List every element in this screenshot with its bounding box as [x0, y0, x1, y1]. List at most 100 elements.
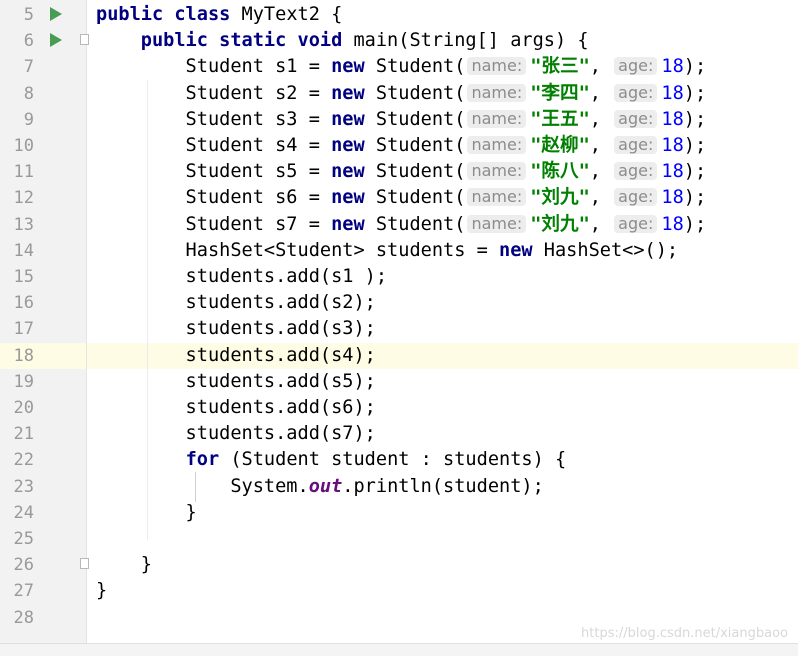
watermark: https://blog.csdn.net/xiangbaoo [581, 626, 788, 641]
code-token: students.add(s6); [96, 397, 376, 418]
code-token: , [589, 187, 613, 209]
keyword: new [331, 213, 365, 235]
code-token: } [96, 554, 152, 576]
code-line[interactable]: 25 [0, 526, 798, 552]
code-line[interactable]: 18 students.add(s4); [0, 342, 798, 369]
fold-icon[interactable] [80, 34, 89, 46]
string-literal: "张三" [530, 56, 590, 78]
code-text: students.add(s5); [96, 371, 376, 393]
code-line[interactable]: 21 students.add(s7); [0, 421, 798, 447]
run-icon[interactable] [50, 7, 62, 21]
line-number: 27 [13, 581, 34, 602]
parameter-hint: name: [467, 136, 527, 154]
parameter-hint: age: [614, 83, 658, 102]
fold-icon[interactable] [80, 558, 89, 570]
code-token: Student( [364, 82, 466, 104]
code-token: Student s3 = [96, 108, 332, 130]
code-text: for (Student student : students) { [96, 449, 567, 471]
code-line[interactable]: 16 students.add(s2); [0, 290, 798, 316]
code-text: Student s5 = new Student(name: "陈八", age:… [96, 161, 707, 183]
code-line[interactable]: 10 Student s4 = new Student(name: "赵柳", a… [0, 133, 798, 159]
parameter-hint: age: [614, 136, 658, 154]
code-line[interactable]: 13 Student s7 = new Student(name: "刘九", a… [0, 212, 798, 238]
code-text: students.add(s4); [96, 345, 376, 367]
line-number: 24 [13, 502, 34, 523]
code-line[interactable]: 17 students.add(s3); [0, 316, 798, 342]
line-number: 13 [13, 214, 34, 235]
code-token: Student s1 = [96, 56, 332, 78]
code-line[interactable]: 5 public class MyText2 { [0, 2, 798, 28]
code-line[interactable]: 19 students.add(s5); [0, 369, 798, 395]
line-number: 5 [23, 5, 34, 25]
code-line[interactable]: 26 } [0, 552, 798, 578]
line-number: 18 [13, 345, 34, 366]
code-line[interactable]: 14 HashSet<Student> students = new HashS… [0, 238, 798, 264]
keyword: new [331, 82, 365, 104]
keyword: public static void [140, 30, 343, 52]
code-line[interactable]: 22 for (Student student : students) { [0, 447, 798, 473]
parameter-hint: name: [467, 57, 527, 76]
line-number: 19 [13, 371, 34, 392]
line-number: 20 [13, 398, 34, 418]
code-token: main(String[] args) { [342, 30, 589, 52]
parameter-hint: age: [614, 162, 658, 181]
code-token: , [589, 56, 613, 78]
code-text: Student s2 = new Student(name: "李四", age:… [96, 82, 707, 105]
code-line[interactable]: 11 Student s5 = new Student(name: "陈八", a… [0, 159, 798, 185]
string-literal: "王五" [530, 108, 590, 130]
code-line[interactable]: 9 Student s3 = new Student(name: "王五", ag… [0, 107, 798, 133]
code-token: .println(student); [342, 475, 544, 497]
code-line[interactable]: 15 students.add(s1 ); [0, 264, 798, 290]
line-number: 12 [13, 188, 34, 209]
line-number: 11 [13, 162, 34, 183]
code-text: students.add(s3); [96, 318, 376, 340]
number-literal: 18 [661, 161, 684, 183]
code-token: ); [683, 135, 707, 156]
code-token: Student s2 = [96, 82, 332, 104]
parameter-hint: name: [467, 83, 527, 102]
parameter-hint: name: [467, 214, 527, 233]
code-text: Student s7 = new Student(name: "刘九", age:… [96, 213, 707, 236]
code-line[interactable]: 6 public static void main(String[] args)… [0, 28, 798, 54]
code-token: students.add(s4); [96, 344, 376, 366]
code-token: Student( [364, 56, 466, 78]
code-line[interactable]: 27} [0, 578, 798, 604]
indent-guide [147, 80, 148, 540]
code-line[interactable]: 7 Student s1 = new Student(name: "张三", ag… [0, 54, 798, 80]
code-text: students.add(s2); [96, 292, 376, 314]
code-token: , [589, 213, 613, 235]
line-number: 10 [13, 136, 34, 156]
line-number: 26 [13, 555, 34, 576]
line-number: 25 [13, 529, 34, 549]
keyword: new [331, 161, 365, 183]
parameter-hint: age: [614, 57, 658, 76]
keyword: new [331, 108, 365, 130]
parameter-hint: name: [467, 188, 527, 207]
code-text: Student s3 = new Student(name: "王五", age:… [96, 108, 707, 131]
code-text: } [96, 554, 152, 576]
code-line[interactable]: 24 } [0, 500, 798, 526]
code-token: students.add(s5); [96, 370, 376, 392]
parameter-hint: name: [467, 162, 527, 181]
number-literal: 18 [661, 82, 684, 104]
parameter-hint: age: [614, 109, 658, 128]
static-field: out [308, 475, 343, 497]
keyword: for [185, 449, 220, 471]
code-text: Student s6 = new Student(name: "刘九", age:… [96, 187, 707, 209]
code-line[interactable]: 8 Student s2 = new Student(name: "李四", ag… [0, 81, 798, 107]
code-token: , [589, 161, 613, 183]
line-number: 7 [23, 57, 34, 78]
line-number: 6 [23, 31, 34, 52]
code-token: ); [683, 187, 707, 209]
code-token: Student s6 = [96, 187, 332, 209]
code-token: } [96, 580, 108, 602]
parameter-hint: age: [614, 188, 658, 207]
string-literal: "陈八" [530, 161, 590, 183]
code-token: ); [683, 161, 707, 183]
code-line[interactable]: 23 System.out.println(student); [0, 474, 798, 500]
run-icon[interactable] [50, 33, 62, 48]
code-token: HashSet<>(); [532, 239, 679, 261]
code-line[interactable]: 20 students.add(s6); [0, 395, 798, 421]
code-line[interactable]: 12 Student s6 = new Student(name: "刘九", a… [0, 185, 798, 211]
